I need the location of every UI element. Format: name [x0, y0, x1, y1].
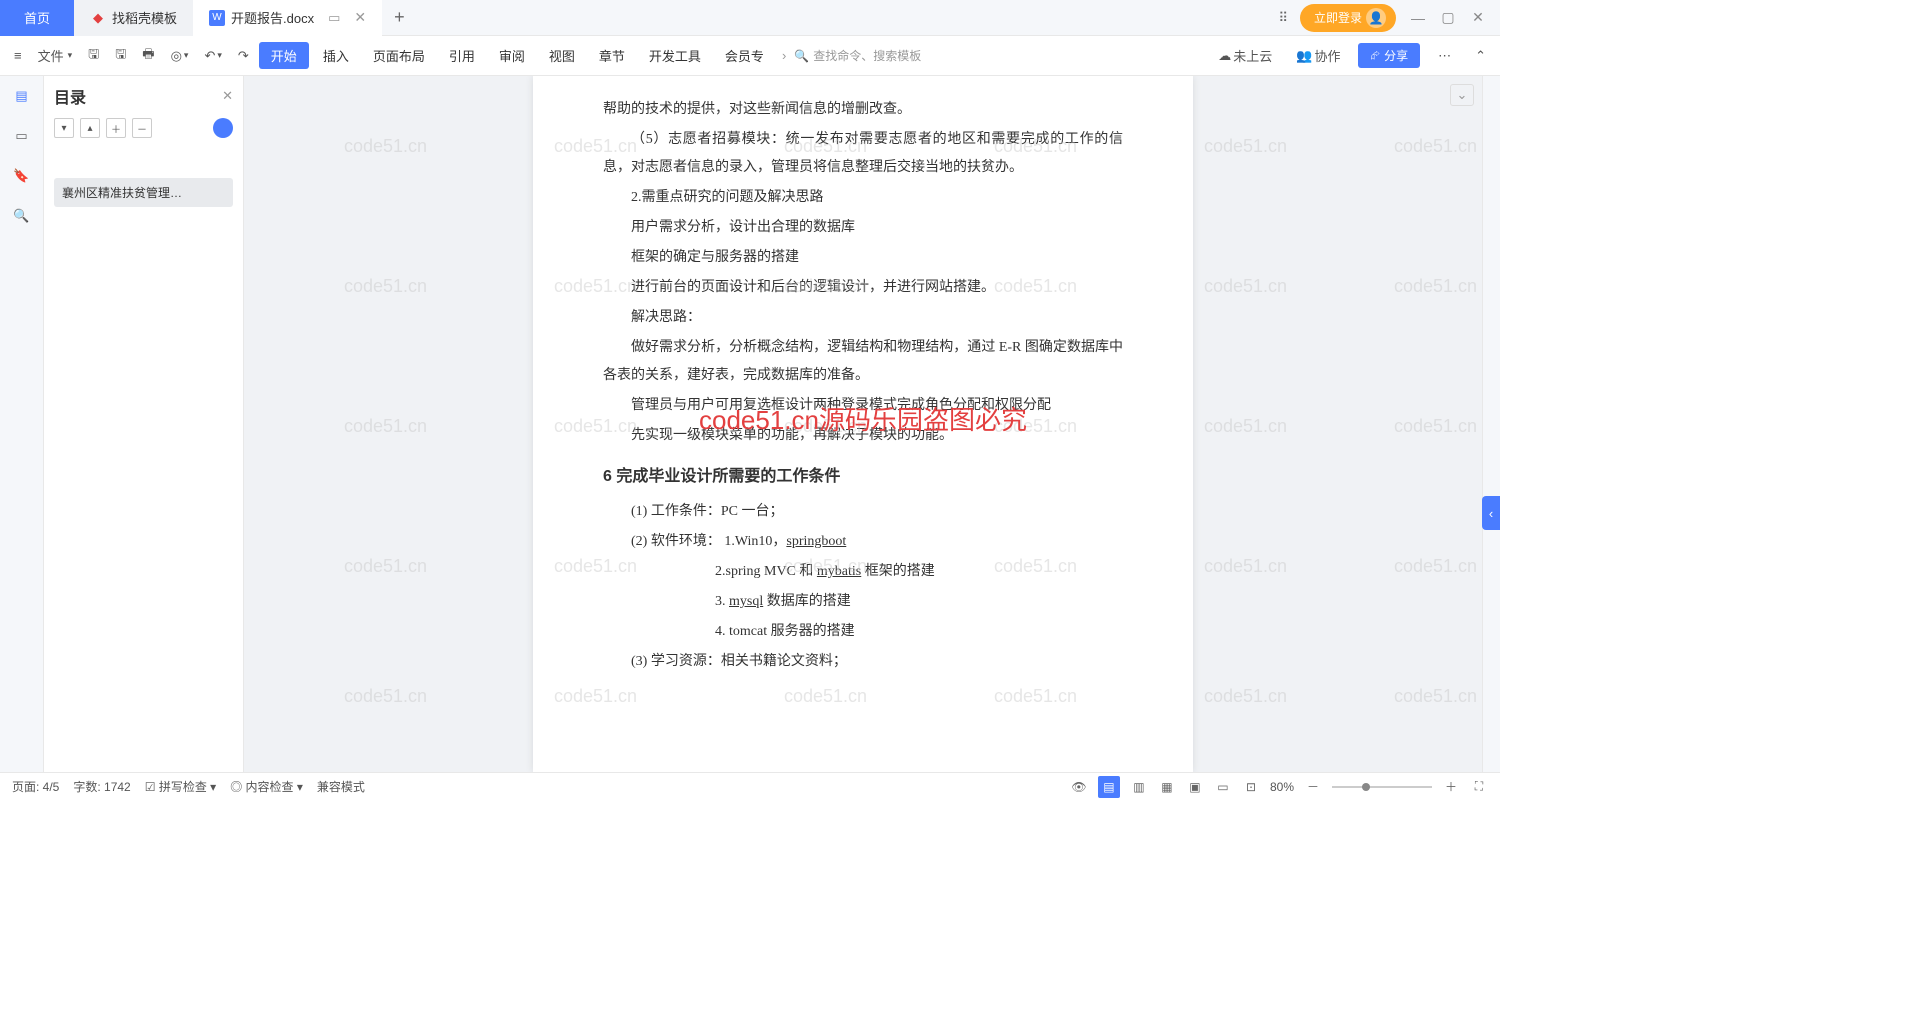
search-nav-icon[interactable]: 🔍	[10, 204, 34, 228]
doc-text[interactable]: 先实现一级模块菜单的功能，再解决子模块的功能。	[603, 422, 1123, 450]
collapse-all-icon[interactable]: ▾	[54, 118, 74, 138]
preview-icon[interactable]: ◎▾	[165, 44, 195, 68]
doc-text[interactable]: 框架的确定与服务器的搭建	[603, 244, 1123, 272]
doc-text[interactable]: 帮助的技术的提供，对这些新闻信息的增删改查。	[603, 96, 1123, 124]
expand-all-icon[interactable]: ▴	[80, 118, 100, 138]
zoom-out-icon[interactable]: －	[1304, 778, 1322, 796]
tab-home[interactable]: 首页	[0, 0, 74, 36]
document-page[interactable]: 帮助的技术的提供，对这些新闻信息的增删改查。 （5）志愿者招募模块：统一发布对需…	[533, 76, 1193, 772]
side-nav: ▤ ▭ 🔖 🔍	[0, 76, 44, 772]
doc-text[interactable]: 管理员与用户可用复选框设计两种登录模式完成角色分配和权限分配	[603, 392, 1123, 420]
tab-templates[interactable]: ◆ 找稻壳模板	[74, 0, 193, 36]
undo-icon[interactable]: ↶▾	[198, 44, 227, 68]
slides-nav-icon[interactable]: ▭	[10, 124, 34, 148]
new-tab-button[interactable]: +	[382, 7, 417, 28]
menu-member[interactable]: 会员专	[715, 46, 774, 65]
chat-icon[interactable]	[213, 118, 233, 138]
redo-icon[interactable]: ↷	[232, 44, 255, 68]
menu-view[interactable]: 视图	[539, 46, 585, 65]
avatar-icon: 👤	[1366, 8, 1386, 28]
doc-text[interactable]: 进行前台的页面设计和后台的逻辑设计，并进行网站搭建。	[603, 274, 1123, 302]
page-view-icon[interactable]: ▤	[1098, 776, 1120, 798]
doc-text[interactable]: 做好需求分析，分析概念结构，逻辑结构和物理结构，通过 E-R 图确定数据库中各表…	[603, 334, 1123, 390]
spell-check[interactable]: ☑ 拼写检查 ▾	[145, 778, 216, 795]
doc-text[interactable]: （5）志愿者招募模块：统一发布对需要志愿者的地区和需要完成的工作的信息，对志愿者…	[603, 126, 1123, 182]
save-as-icon[interactable]: 🖫	[109, 41, 132, 71]
menu-more-icon[interactable]: ›	[778, 48, 790, 63]
minimize-button[interactable]: —	[1404, 4, 1432, 32]
device-icon[interactable]: ▭	[328, 10, 340, 26]
compat-mode[interactable]: 兼容模式	[317, 778, 365, 795]
doc-text[interactable]: (1) 工作条件：PC 一台；	[603, 498, 1123, 526]
zoom-level[interactable]: 80%	[1270, 780, 1294, 794]
cloud-status[interactable]: ☁ 未上云	[1212, 42, 1278, 69]
collab-button[interactable]: 👥 协作	[1290, 42, 1346, 69]
toolbar: ≡ 文件▾ 🖫 🖫 🖶 ◎▾ ↶▾ ↷ 开始 插入 页面布局 引用 审阅 视图 …	[0, 36, 1500, 76]
add-outline-icon[interactable]: ＋	[106, 118, 126, 138]
menu-refs[interactable]: 引用	[439, 46, 485, 65]
main-area: ▤ ▭ 🔖 🔍 目录 ✕ ▾ ▴ ＋ － 襄州区精准扶贫管理… ⌄ code51…	[0, 76, 1500, 772]
doc-heading[interactable]: 6 完成毕业设计所需要的工作条件	[603, 462, 1123, 486]
menu-insert[interactable]: 插入	[313, 46, 359, 65]
zoom-fit-icon[interactable]: ⊡	[1242, 778, 1260, 796]
page-indicator[interactable]: 页面: 4/5	[12, 778, 59, 795]
share-button[interactable]: ⮳ 分享	[1358, 43, 1420, 68]
bookmark-nav-icon[interactable]: 🔖	[10, 164, 34, 188]
menu-start[interactable]: 开始	[259, 42, 309, 69]
menu-icon[interactable]: ≡	[8, 44, 28, 67]
maximize-button[interactable]: ▢	[1434, 4, 1462, 32]
right-tab-icon[interactable]: ‹	[1482, 496, 1500, 530]
menu-section[interactable]: 章节	[589, 46, 635, 65]
more-icon[interactable]: ⋯	[1432, 44, 1457, 68]
word-count[interactable]: 字数: 1742	[73, 778, 130, 795]
menu-dev[interactable]: 开发工具	[639, 46, 711, 65]
tab-bar: 首页 ◆ 找稻壳模板 W 开题报告.docx ▭ ✕ + ⠿ 立即登录 👤 — …	[0, 0, 1500, 36]
doc-text[interactable]: (2) 软件环境： 1.Win10，springboot	[603, 528, 1123, 556]
outline-view-icon[interactable]: ▥	[1130, 778, 1148, 796]
doc-text[interactable]: 2.需重点研究的问题及解决思路	[603, 184, 1123, 212]
web-view-icon[interactable]: ▦	[1158, 778, 1176, 796]
expand-toggle-icon[interactable]: ⌄	[1450, 84, 1474, 106]
outline-item[interactable]: 襄州区精准扶贫管理…	[54, 178, 233, 207]
print-icon[interactable]: 🖶	[136, 41, 160, 71]
doc-text[interactable]: 2.spring MVC 和 mybatis 框架的搭建	[603, 558, 1123, 586]
doc-text[interactable]: 解决思路：	[603, 304, 1123, 332]
outline-close-icon[interactable]: ✕	[222, 88, 233, 104]
fullscreen-icon[interactable]: ⛶	[1470, 778, 1488, 796]
outline-nav-icon[interactable]: ▤	[10, 84, 34, 108]
word-icon: W	[209, 10, 225, 26]
tab-document[interactable]: W 开题报告.docx ▭ ✕	[193, 0, 382, 36]
login-button[interactable]: 立即登录 👤	[1300, 4, 1396, 32]
doc-text[interactable]: 用户需求分析，设计出合理的数据库	[603, 214, 1123, 242]
ruler-icon[interactable]: ▭	[1214, 778, 1232, 796]
doc-text[interactable]: 4. tomcat 服务器的搭建	[603, 618, 1123, 646]
apps-icon[interactable]: ⠿	[1274, 6, 1292, 30]
outline-title: 目录	[54, 84, 86, 108]
content-check[interactable]: ◎ 内容检查 ▾	[230, 778, 303, 795]
menu-layout[interactable]: 页面布局	[363, 46, 435, 65]
doc-text[interactable]: (3) 学习资源：相关书籍论文资料；	[603, 648, 1123, 676]
status-bar: 页面: 4/5 字数: 1742 ☑ 拼写检查 ▾ ◎ 内容检查 ▾ 兼容模式 …	[0, 772, 1500, 800]
doc-text[interactable]: 3. mysql 数据库的搭建	[603, 588, 1123, 616]
file-menu[interactable]: 文件▾	[32, 42, 79, 69]
remove-outline-icon[interactable]: －	[132, 118, 152, 138]
search-box[interactable]: 🔍 查找命令、搜索模板	[794, 47, 921, 64]
outline-panel: 目录 ✕ ▾ ▴ ＋ － 襄州区精准扶贫管理…	[44, 76, 244, 772]
menu-review[interactable]: 审阅	[489, 46, 535, 65]
tab-close-icon[interactable]: ✕	[354, 9, 366, 26]
template-icon: ◆	[90, 10, 106, 26]
right-rail: ‹	[1482, 76, 1500, 772]
focus-view-icon[interactable]: ▣	[1186, 778, 1204, 796]
zoom-slider[interactable]	[1332, 786, 1432, 788]
zoom-in-icon[interactable]: ＋	[1442, 778, 1460, 796]
document-viewport[interactable]: ⌄ code51.cncode51.cncode51.cncode51.cnco…	[244, 76, 1482, 772]
collapse-ribbon-icon[interactable]: ⌃	[1469, 44, 1492, 68]
eye-icon[interactable]: 👁	[1070, 778, 1088, 796]
save-icon[interactable]: 🖫	[82, 41, 105, 71]
close-button[interactable]: ✕	[1464, 4, 1492, 32]
